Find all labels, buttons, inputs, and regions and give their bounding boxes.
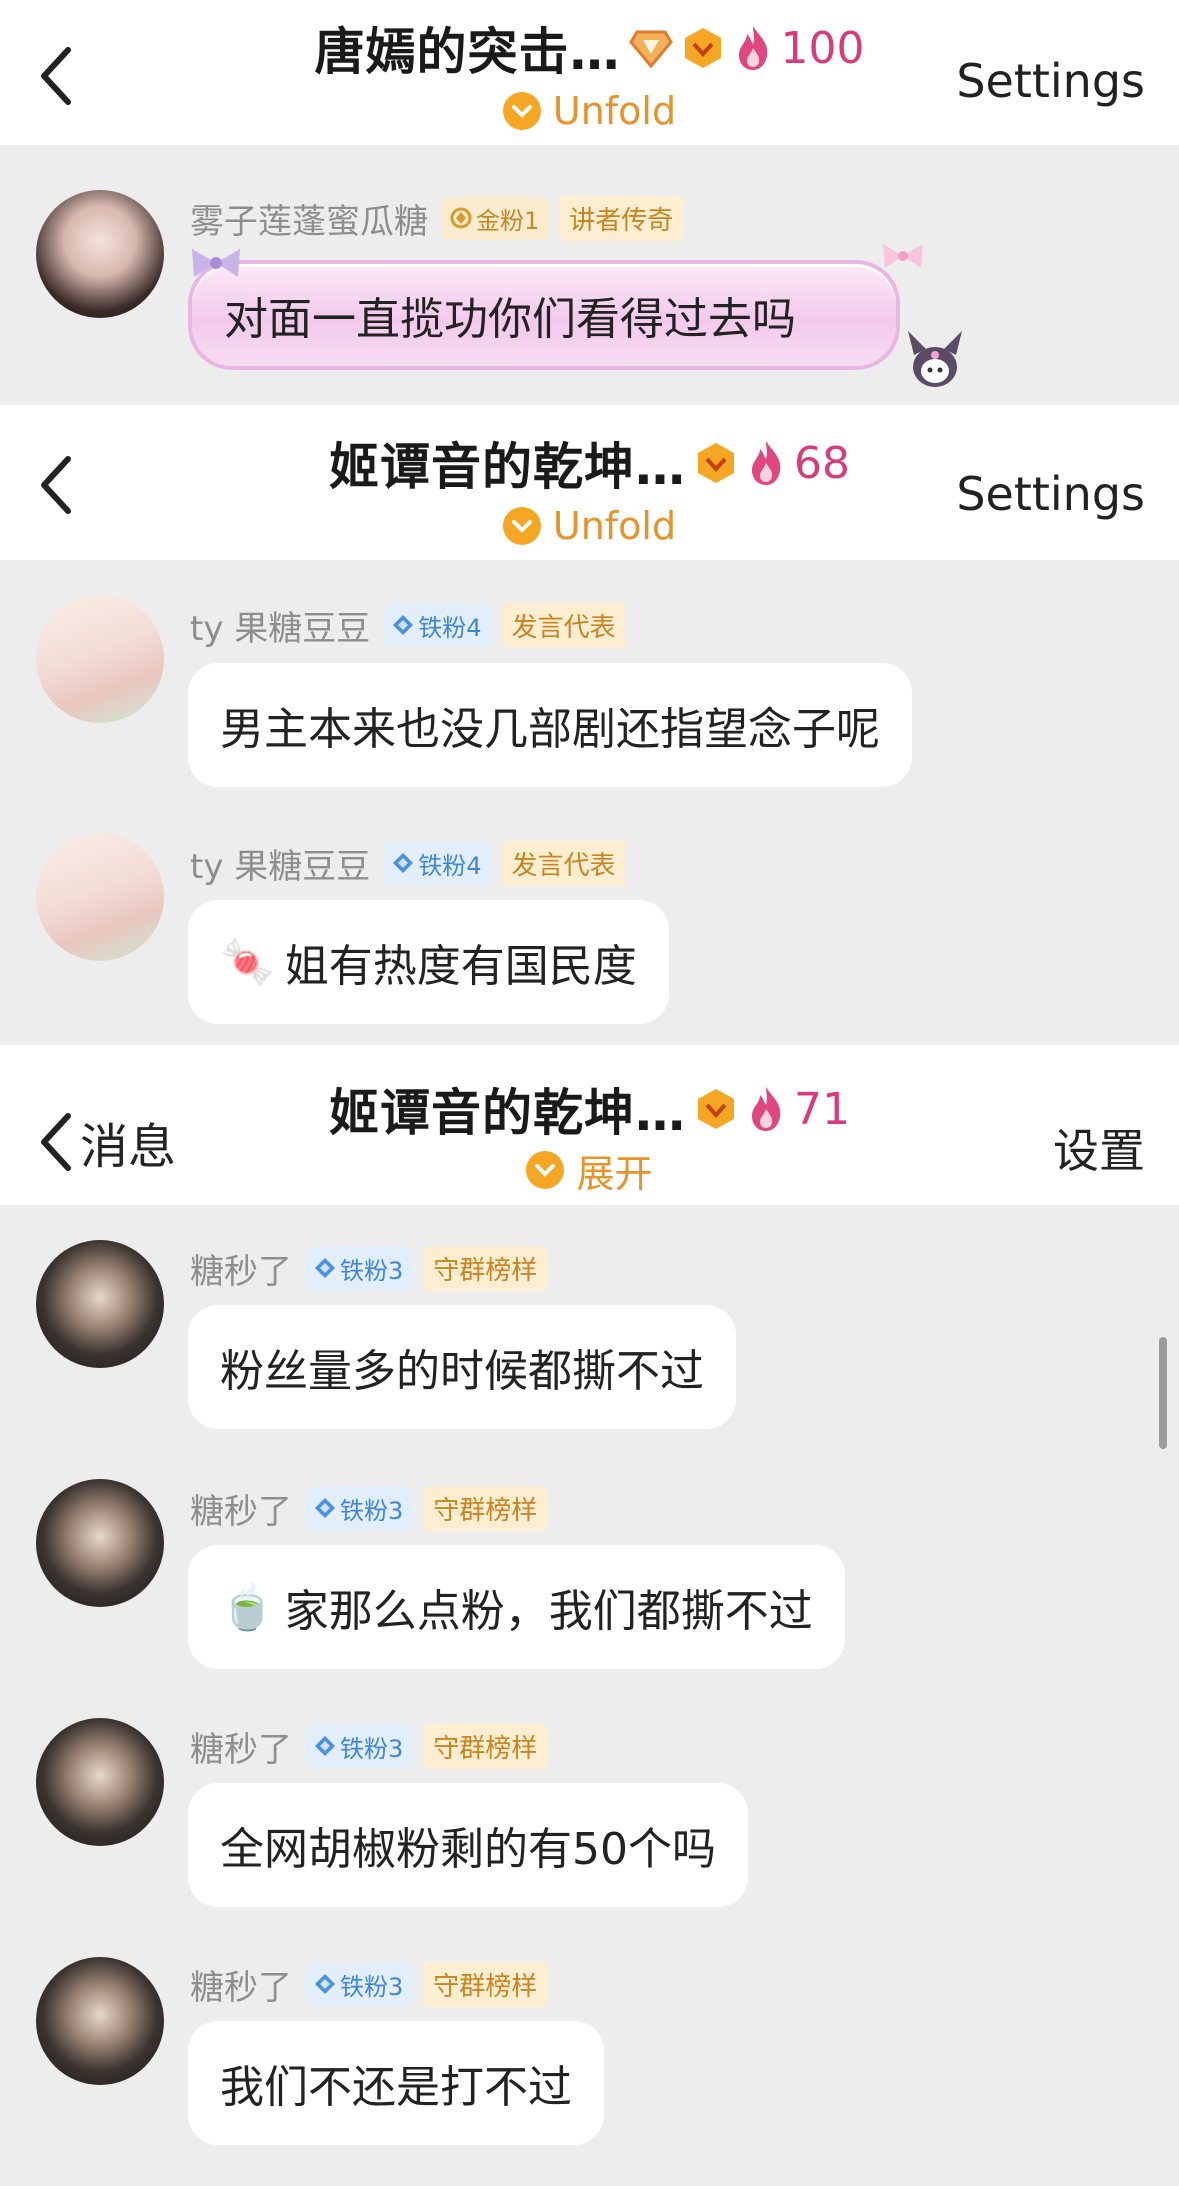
heat-count: 68 [794,437,850,489]
message-text: 家那么点粉，我们都撕不过 [284,1586,813,1637]
tea-emoji-icon: 🍵 [220,1582,275,1633]
level-badge-icon [698,1089,734,1129]
username[interactable]: 糖秒了 [190,1244,292,1293]
role-badge: 守群榜样 [423,1723,548,1769]
chat-header: 消息 姬谭音的乾坤… 71 展开 设置 [0,1045,1179,1205]
message-bubble[interactable]: 🍬 姐有热度有国民度 [188,900,669,1024]
kuromi-sticker-icon [908,331,962,387]
heat-count: 100 [780,22,865,74]
bow-icon [192,249,240,277]
chevron-down-icon [526,1151,565,1189]
username[interactable]: ty 果糖豆豆 [190,839,370,888]
fan-badge: 金粉1 [442,196,550,240]
chevron-down-icon [502,507,541,545]
role-badge: 发言代表 [501,840,626,886]
fan-badge: 铁粉3 [306,1724,414,1768]
username[interactable]: 糖秒了 [190,1960,292,2009]
avatar[interactable] [36,1718,164,1846]
message-text: 全网胡椒粉剩的有50个吗 [220,1824,716,1875]
username[interactable]: 雾子莲蓬蜜瓜糖 [190,194,428,243]
message-text: 我们不还是打不过 [220,2062,572,2113]
avatar[interactable] [36,1957,164,2085]
diamond-icon [393,615,414,635]
message-bubble[interactable]: 对面一直揽功你们看得过去吗 [188,260,900,370]
diamond-icon [393,853,414,873]
message-item: ty 果糖豆豆 铁粉4 发言代表 男主本来也没几部剧还指望念子呢 [0,560,1179,800]
message-item: ty 果糖豆豆 铁粉4 发言代表 🍬 姐有热度有国民度 [0,800,1179,1045]
message-text: 粉丝量多的时候都撕不过 [220,1346,704,1397]
level-badge-icon [684,28,721,68]
diamond-icon [315,1736,335,1756]
chevron-down-icon [502,92,541,130]
bow-icon [883,244,923,268]
avatar[interactable] [36,833,164,961]
username[interactable]: 糖秒了 [190,1722,292,1771]
candy-emoji-icon: 🍬 [220,937,275,988]
role-badge: 守群榜样 [423,1485,548,1531]
group-title[interactable]: 姬谭音的乾坤… [329,427,686,499]
message-bubble[interactable]: 我们不还是打不过 [188,2021,604,2145]
message-text: 姐有热度有国民度 [284,941,637,992]
group-title[interactable]: 唐嫣的突击… [315,12,621,84]
message-item: 糖秒了 铁粉3 守群榜样 全网胡椒粉剩的有50个吗 [0,1685,1179,1925]
unfold-button[interactable]: 展开 [0,1147,1179,1196]
chat-panel-3: 消息 姬谭音的乾坤… 71 展开 设置 糖秒了 铁粉3 守群榜样 粉丝量多的时候… [0,1045,1179,2186]
diamond-icon [315,1974,335,1994]
fire-icon [752,1087,781,1131]
fan-badge: 铁粉4 [384,603,492,647]
message-text: 对面一直揽功你们看得过去吗 [224,294,796,345]
unfold-label: 展开 [576,1151,653,1196]
fire-icon [738,26,767,70]
username[interactable]: ty 果糖豆豆 [190,601,370,650]
settings-button[interactable]: 设置 [1053,1115,1145,1181]
avatar[interactable] [36,1240,164,1368]
level-badge-icon [698,443,734,483]
fan-badge: 铁粉3 [306,1486,414,1530]
message-item: 糖秒了 铁粉3 守群榜样 粉丝量多的时候都撕不过 [0,1205,1179,1445]
settings-button[interactable]: Settings [956,54,1145,108]
message-item: 雾子莲蓬蜜瓜糖 金粉1 讲者传奇 对面一直揽功你们看得过去吗 [0,145,1179,405]
fan-badge: 铁粉3 [306,1962,414,2006]
diamond-level-icon [628,30,673,69]
role-badge: 讲者传奇 [559,195,684,241]
diamond-icon [315,1258,335,1278]
message-item: 糖秒了 铁粉3 守群榜样 🍵 家那么点粉，我们都撕不过 [0,1445,1179,1685]
username[interactable]: 糖秒了 [190,1484,292,1533]
chat-panel-2: 姬谭音的乾坤… 68 Unfold Settings ty 果糖豆豆 铁粉4 发… [0,405,1179,1045]
message-text: 男主本来也没几部剧还指望念子呢 [220,704,880,755]
scrollbar[interactable] [1159,1337,1167,1449]
chat-header: 姬谭音的乾坤… 68 Unfold Settings [0,405,1179,560]
avatar[interactable] [36,1479,164,1607]
message-item: 糖秒了 铁粉3 守群榜样 我们不还是打不过 [0,1925,1179,2186]
role-badge: 发言代表 [501,602,626,648]
unfold-label: Unfold [552,89,677,133]
settings-button[interactable]: Settings [956,467,1145,521]
chat-panel-1: 唐嫣的突击… 100 Unfold Settings 雾子莲蓬蜜瓜糖 金粉1 讲… [0,0,1179,405]
role-badge: 守群榜样 [423,1961,548,2007]
heat-count: 71 [794,1083,850,1135]
fan-badge: 铁粉3 [306,1246,414,1290]
group-title[interactable]: 姬谭音的乾坤… [329,1073,686,1145]
message-bubble[interactable]: 全网胡椒粉剩的有50个吗 [188,1783,748,1907]
unfold-label: Unfold [552,504,677,548]
role-badge: 守群榜样 [423,1245,548,1291]
avatar[interactable] [36,595,164,723]
fire-icon [752,441,781,485]
message-bubble[interactable]: 🍵 家那么点粉，我们都撕不过 [188,1545,845,1669]
diamond-icon [450,207,472,229]
diamond-icon [315,1498,335,1518]
message-bubble[interactable]: 男主本来也没几部剧还指望念子呢 [188,663,912,787]
chat-header: 唐嫣的突击… 100 Unfold Settings [0,0,1179,145]
avatar[interactable] [36,190,164,318]
fan-badge: 铁粉4 [384,841,492,885]
message-bubble[interactable]: 粉丝量多的时候都撕不过 [188,1305,736,1429]
